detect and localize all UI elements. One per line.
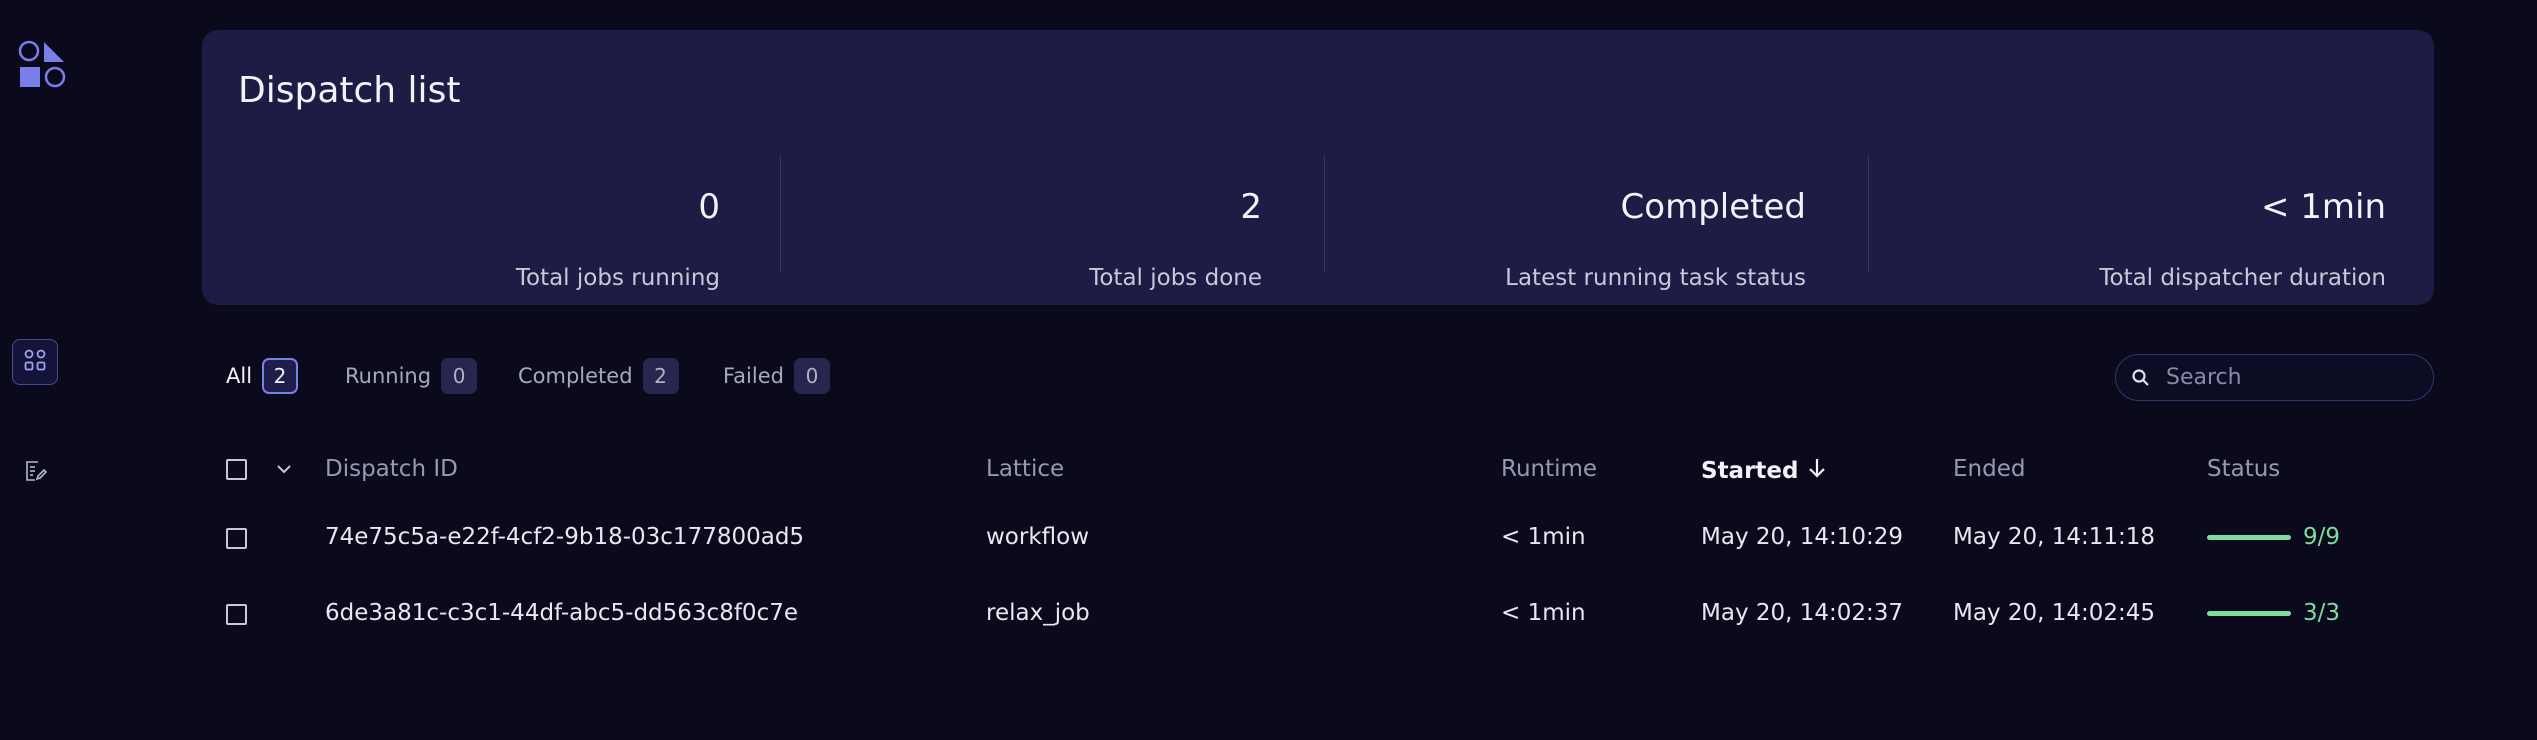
nav-dispatches-button[interactable] [12,339,58,385]
sidebar [0,0,84,740]
started-value: May 20, 14:10:29 [1701,524,1904,550]
lattice-name: workflow [986,524,1090,550]
status-count: 9/9 [2303,524,2341,550]
search-icon [2130,367,2152,389]
filter-label: Running [345,364,432,388]
page-title: Dispatch list [238,70,461,111]
select-all-checkbox[interactable] [226,459,247,480]
filter-label: Completed [518,364,633,388]
stat-value: 0 [698,187,720,227]
count-badge: 0 [441,358,478,394]
stat-label: Latest running task status [1505,265,1806,291]
stat-jobs-done: 2 Total jobs done [744,155,1286,300]
filter-label: All [226,364,253,388]
status-indicator: 3/3 [2207,600,2340,626]
status-indicator: 9/9 [2207,524,2340,550]
filter-tab-failed[interactable]: Failed 0 [723,356,830,396]
row-checkbox[interactable] [226,604,247,625]
runtime-value: < 1min [1501,600,1586,626]
started-value: May 20, 14:02:37 [1701,600,1904,626]
stat-value: < 1min [2260,187,2386,227]
runtime-value: < 1min [1501,524,1586,550]
column-header-status[interactable]: Status [2207,456,2280,482]
stat-label: Total dispatcher duration [2099,265,2386,291]
count-badge: 2 [262,358,299,394]
filter-tab-completed[interactable]: Completed 2 [518,356,679,396]
status-progress-bar [2207,610,2291,616]
row-checkbox[interactable] [226,528,247,549]
status-progress-bar [2207,534,2291,540]
dispatch-summary-panel: Dispatch list 0 Total jobs running 2 Tot… [202,30,2434,305]
arrow-down-icon [1806,456,1828,486]
stat-label: Total jobs done [1089,265,1262,291]
document-edit-icon [23,459,48,487]
search-box [2115,354,2434,401]
stat-value: 2 [1240,187,1262,227]
column-header-label: Started [1701,458,1799,484]
ended-value: May 20, 14:02:45 [1953,600,2156,626]
count-badge: 0 [793,358,830,394]
stat-dispatcher-duration: < 1min Total dispatcher duration [1868,155,2410,300]
dispatch-id-link[interactable]: 6de3a81c-c3c1-44df-abc5-dd563c8f0c7e [325,600,798,626]
nav-logs-button[interactable] [12,450,58,496]
chevron-down-icon[interactable] [272,457,296,481]
dispatch-id-link[interactable]: 74e75c5a-e22f-4cf2-9b18-03c177800ad5 [325,524,804,550]
grid-nodes-icon [23,348,47,376]
search-input[interactable] [2166,365,2416,390]
stat-value: Completed [1620,187,1806,227]
column-header-runtime[interactable]: Runtime [1501,456,1597,482]
count-badge: 2 [642,358,679,394]
lattice-name: relax_job [986,600,1090,626]
filter-label: Failed [723,364,784,388]
column-header-lattice[interactable]: Lattice [986,456,1064,482]
stat-latest-status: Completed Latest running task status [1288,155,1830,300]
status-count: 3/3 [2303,600,2341,626]
ended-value: May 20, 14:11:18 [1953,524,2156,550]
logo-icon[interactable] [18,40,68,90]
column-header-started[interactable]: Started [1701,456,1828,486]
stat-jobs-running: 0 Total jobs running [202,155,744,300]
column-header-dispatch-id[interactable]: Dispatch ID [325,456,458,482]
filter-tab-running[interactable]: Running 0 [345,356,478,396]
stat-label: Total jobs running [515,265,720,291]
filter-tab-all[interactable]: All 2 [226,356,299,396]
column-header-ended[interactable]: Ended [1953,456,2025,482]
